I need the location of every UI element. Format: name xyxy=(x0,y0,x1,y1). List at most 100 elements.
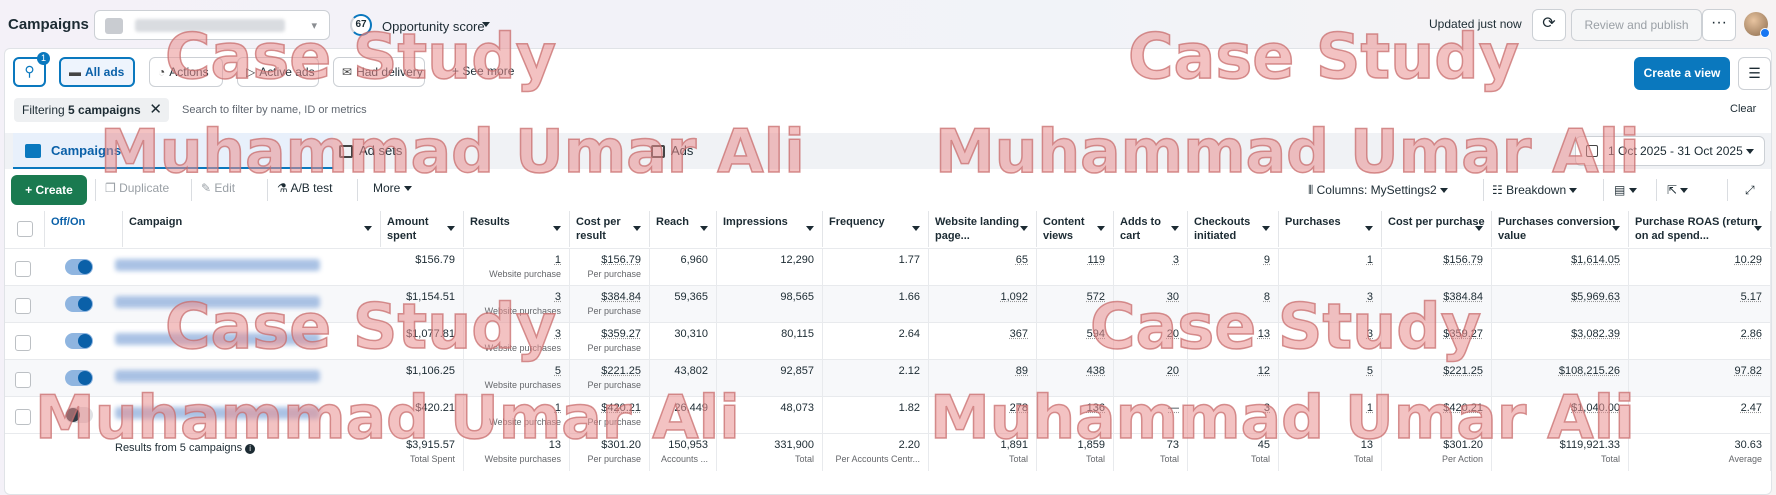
cell-value[interactable]: $156.79 xyxy=(1382,253,1483,268)
cell-value[interactable]: $420.21 xyxy=(570,401,641,416)
cell-value[interactable]: $108,215.26 xyxy=(1492,364,1620,379)
cell-value[interactable]: 1 xyxy=(464,401,561,416)
ad-account-selector[interactable]: ▾ xyxy=(94,10,330,40)
breakdown-button[interactable]: ☷ Breakdown xyxy=(1492,175,1578,205)
cell-value[interactable]: 5 xyxy=(1279,364,1373,379)
date-range-picker[interactable]: 1 Oct 2025 - 31 Oct 2025 xyxy=(1575,136,1765,166)
cell-value[interactable]: 5.17 xyxy=(1629,290,1762,305)
column-header-results[interactable]: Results xyxy=(464,211,570,247)
cell-value[interactable]: $221.25 xyxy=(570,364,641,379)
edit-button[interactable]: ✎ Edit xyxy=(201,181,235,195)
cell-value[interactable]: $384.84 xyxy=(1382,290,1483,305)
more-button[interactable]: More xyxy=(373,181,412,195)
cell-value[interactable]: 2.86 xyxy=(1629,327,1762,342)
cell-value[interactable]: 594 xyxy=(1037,327,1105,342)
cell-value[interactable]: $420.21 xyxy=(1382,401,1483,416)
column-header-purchases[interactable]: Purchases xyxy=(1279,211,1382,247)
tab-ad-sets[interactable]: Ad sets xyxy=(333,133,645,169)
campaign-name-redacted[interactable] xyxy=(115,259,320,271)
cell-value[interactable]: $384.84 xyxy=(570,290,641,305)
column-header-off-on[interactable]: Off/On xyxy=(45,211,123,247)
column-header-purchases-conversion-value[interactable]: Purchases conversion value xyxy=(1492,211,1629,247)
close-icon[interactable]: ✕ xyxy=(149,98,162,122)
chevron-down-icon[interactable] xyxy=(912,226,920,231)
cell-value[interactable]: $3,082.39 xyxy=(1492,327,1620,342)
chevron-down-icon[interactable] xyxy=(553,226,561,231)
cell-value[interactable]: $5,969.63 xyxy=(1492,290,1620,305)
ab-test-button[interactable]: ⚗ A/B test xyxy=(277,181,332,195)
clear-filters-link[interactable]: Clear xyxy=(1730,103,1756,115)
campaign-name-redacted[interactable] xyxy=(115,370,320,382)
column-header-campaign[interactable]: Campaign xyxy=(123,211,381,247)
cell-value[interactable]: 13 xyxy=(1188,327,1270,342)
cell-value[interactable]: $1,614.05 xyxy=(1492,253,1620,268)
campaign-name-redacted[interactable] xyxy=(115,296,320,308)
cell-value[interactable]: 3 xyxy=(464,327,561,342)
column-header-checkouts-initiated[interactable]: Checkouts initiated xyxy=(1188,211,1279,247)
cell-value[interactable]: 20 xyxy=(1114,327,1179,342)
chevron-down-icon[interactable] xyxy=(1262,226,1270,231)
column-header-purchase-roas[interactable]: Purchase ROAS (return on ad spend... xyxy=(1629,211,1771,247)
cell-value[interactable]: 1 xyxy=(1279,401,1373,416)
export-button[interactable]: ⇱ xyxy=(1667,175,1689,205)
cell-value[interactable]: $359.27 xyxy=(1382,327,1483,342)
column-header-adds-to-cart[interactable]: Adds to cart xyxy=(1114,211,1188,247)
column-header-website-landing-page[interactable]: Website landing page... xyxy=(929,211,1037,247)
cell-value[interactable]: 20 xyxy=(1114,364,1179,379)
all-ads-button[interactable]: ▬ All ads xyxy=(59,57,135,87)
had-delivery-button[interactable]: ✉ Had delivery xyxy=(333,57,425,87)
column-header-content-views[interactable]: Content views xyxy=(1037,211,1114,247)
row-checkbox[interactable] xyxy=(15,298,31,314)
chevron-down-icon[interactable] xyxy=(364,226,372,231)
info-icon[interactable]: i xyxy=(245,444,256,454)
more-options-button[interactable]: ··· xyxy=(1702,9,1736,41)
reports-button[interactable]: ▤ xyxy=(1614,175,1637,205)
cell-value[interactable]: 3 xyxy=(1114,253,1179,268)
create-view-button[interactable]: Create a view xyxy=(1634,57,1730,90)
cell-value[interactable]: 30 xyxy=(1114,290,1179,305)
on-off-toggle[interactable] xyxy=(65,333,93,349)
opportunity-score-label[interactable]: Opportunity score xyxy=(382,19,485,34)
cell-value[interactable]: 97.82 xyxy=(1629,364,1762,379)
filter-search-input[interactable]: Search to filter by name, ID or metrics xyxy=(182,104,367,116)
cell-value[interactable]: 367 xyxy=(929,327,1028,342)
chevron-down-icon[interactable] xyxy=(1612,226,1620,231)
chevron-down-icon[interactable] xyxy=(447,226,455,231)
cell-value[interactable]: 136 xyxy=(1037,401,1105,416)
on-off-toggle[interactable] xyxy=(65,259,93,275)
refresh-button[interactable]: ⟳ xyxy=(1532,9,1566,41)
columns-button[interactable]: ⦀ Columns: MySettings2 xyxy=(1308,175,1449,205)
chevron-down-icon[interactable] xyxy=(1171,226,1179,231)
campaign-name-redacted[interactable] xyxy=(115,407,320,419)
cell-value[interactable]: 3 xyxy=(464,290,561,305)
chevron-down-icon[interactable] xyxy=(1475,226,1483,231)
see-more-button[interactable]: + See more xyxy=(452,64,514,78)
view-settings-button[interactable]: ☰ xyxy=(1738,57,1771,90)
row-checkbox[interactable] xyxy=(15,409,31,425)
column-header-impressions[interactable]: Impressions xyxy=(717,211,823,247)
tab-campaigns[interactable]: Campaigns xyxy=(13,133,333,169)
charts-button[interactable]: ⤢ xyxy=(1745,175,1755,205)
chevron-down-icon[interactable] xyxy=(700,226,708,231)
column-header-amount-spent[interactable]: Amount spent xyxy=(381,211,464,247)
cell-value[interactable]: 119 xyxy=(1037,253,1105,268)
cell-value[interactable]: 3 xyxy=(1279,327,1373,342)
cell-value[interactable]: $221.25 xyxy=(1382,364,1483,379)
select-all-checkbox[interactable] xyxy=(17,221,33,237)
tab-ads[interactable]: Ads xyxy=(645,133,945,169)
row-checkbox[interactable] xyxy=(15,335,31,351)
create-button[interactable]: + Create xyxy=(11,175,87,205)
actions-button[interactable]: ◔ Actions xyxy=(149,57,223,87)
review-and-publish-button[interactable]: Review and publish xyxy=(1571,9,1702,41)
column-header-frequency[interactable]: Frequency xyxy=(823,211,929,247)
cell-value[interactable]: 3 xyxy=(1279,290,1373,305)
chevron-down-icon[interactable] xyxy=(1754,226,1762,231)
cell-value[interactable]: 572 xyxy=(1037,290,1105,305)
cell-value[interactable]: 10.29 xyxy=(1629,253,1762,268)
column-header-cost-per-purchase[interactable]: Cost per purchase xyxy=(1382,211,1492,247)
cell-value[interactable]: 438 xyxy=(1037,364,1105,379)
cell-value[interactable]: $156.79 xyxy=(570,253,641,268)
on-off-toggle[interactable] xyxy=(65,370,93,386)
cell-value[interactable]: $359.27 xyxy=(570,327,641,342)
cell-value[interactable]: 8 xyxy=(1188,290,1270,305)
